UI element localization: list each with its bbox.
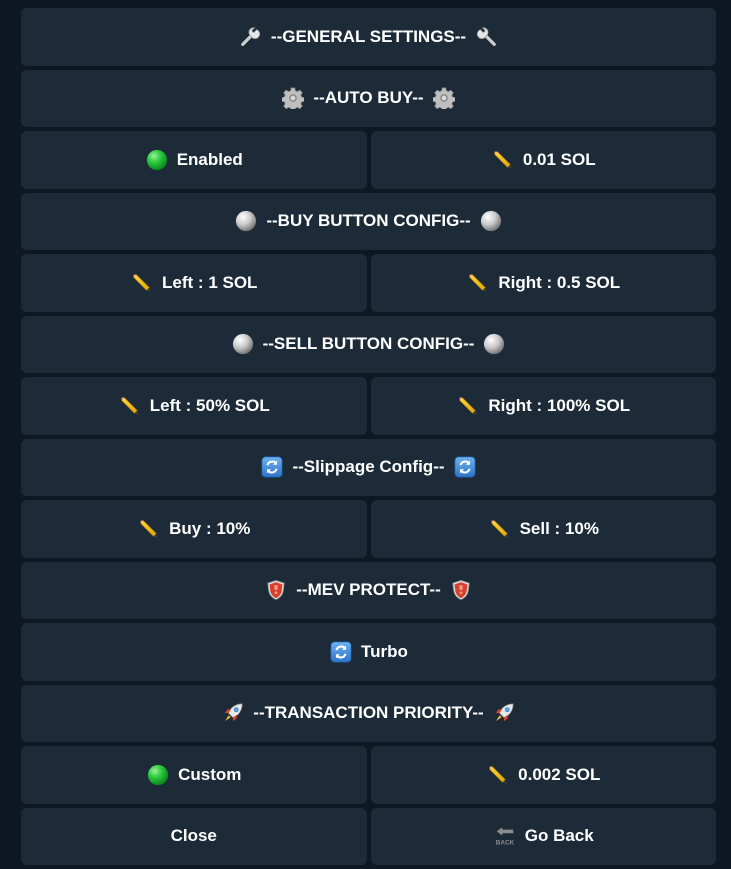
auto-buy-header-button[interactable]: --AUTO BUY-- (21, 69, 716, 127)
green-circle-icon (145, 148, 169, 172)
sell-left-button[interactable]: Left : 50% SOL (21, 377, 367, 435)
general-settings-label: --GENERAL SETTINGS-- (270, 26, 467, 46)
back-arrow-icon: BACK (493, 824, 517, 848)
white-circle-icon (234, 209, 258, 233)
sell-right-label: Right : 100% SOL (488, 395, 631, 415)
back-icon-text: BACK (495, 840, 514, 847)
white-circle-icon (482, 332, 506, 356)
mev-protect-header[interactable]: --MEV PROTECT-- (21, 561, 716, 619)
row-priority-values: Custom 0.002 SOL (21, 746, 716, 804)
priority-mode-label: Custom (178, 764, 242, 784)
auto-buy-amount-button[interactable]: 0.01 SOL (370, 131, 716, 189)
sell-button-config-header[interactable]: --SELL BUTTON CONFIG-- (21, 315, 716, 373)
white-circle-icon (231, 332, 255, 356)
pencil-icon (130, 271, 154, 295)
gear-icon (432, 86, 456, 110)
mev-mode-button[interactable]: Turbo (21, 623, 716, 681)
row-general: --GENERAL SETTINGS-- (21, 8, 716, 66)
green-circle-icon (146, 763, 170, 787)
priority-amount-label: 0.002 SOL (518, 764, 601, 784)
close-label: Close (170, 826, 217, 846)
gear-icon (281, 86, 305, 110)
shield-icon (449, 578, 473, 602)
go-back-label: Go Back (524, 826, 594, 846)
priority-amount-button[interactable]: 0.002 SOL (370, 746, 716, 804)
row-footer: Close BACK Go Back (21, 807, 716, 865)
buy-right-label: Right : 0.5 SOL (498, 272, 621, 292)
slippage-config-header[interactable]: --Slippage Config-- (21, 438, 716, 496)
row-priority-header: --TRANSACTION PRIORITY-- (21, 684, 716, 742)
white-circle-icon (479, 209, 503, 233)
settings-menu: --GENERAL SETTINGS-- --AUTO BUY-- Enable… (21, 8, 716, 869)
transaction-priority-header[interactable]: --TRANSACTION PRIORITY-- (21, 684, 716, 742)
sell-config-label: --SELL BUTTON CONFIG-- (262, 334, 475, 354)
row-buy-config-header: --BUY BUTTON CONFIG-- (21, 192, 716, 250)
sell-right-button[interactable]: Right : 100% SOL (370, 377, 716, 435)
mev-mode-label: Turbo (361, 641, 408, 661)
pencil-icon (488, 517, 512, 541)
pencil-icon (486, 763, 510, 787)
pencil-icon (118, 394, 142, 418)
pencil-icon (466, 271, 490, 295)
rocket-icon (221, 701, 245, 725)
row-mev-header: --MEV PROTECT-- (21, 561, 716, 619)
row-buy-config-values: Left : 1 SOL Right : 0.5 SOL (21, 254, 716, 312)
slippage-sell-label: Sell : 10% (519, 518, 599, 538)
go-back-button[interactable]: BACK Go Back (370, 807, 716, 865)
pencil-icon (491, 148, 515, 172)
pencil-icon (456, 394, 480, 418)
shield-icon (264, 578, 288, 602)
sell-left-label: Left : 50% SOL (149, 395, 270, 415)
buy-left-label: Left : 1 SOL (162, 272, 258, 292)
wrench-icon (239, 25, 263, 49)
row-slippage-values: Buy : 10% Sell : 10% (21, 500, 716, 558)
row-slippage-header: --Slippage Config-- (21, 438, 716, 496)
rocket-icon (492, 701, 516, 725)
auto-buy-toggle-button[interactable]: Enabled (21, 131, 367, 189)
wrench-icon (474, 25, 498, 49)
row-mev-mode: Turbo (21, 623, 716, 681)
refresh-icon (260, 455, 284, 479)
close-button[interactable]: Close (21, 807, 367, 865)
row-autobuy-header: --AUTO BUY-- (21, 69, 716, 127)
general-settings-button[interactable]: --GENERAL SETTINGS-- (21, 8, 716, 66)
buy-button-config-header[interactable]: --BUY BUTTON CONFIG-- (21, 192, 716, 250)
refresh-icon (329, 640, 353, 664)
slippage-sell-button[interactable]: Sell : 10% (370, 500, 716, 558)
slippage-buy-button[interactable]: Buy : 10% (21, 500, 367, 558)
transaction-priority-label: --TRANSACTION PRIORITY-- (253, 703, 484, 723)
mev-protect-label: --MEV PROTECT-- (296, 580, 441, 600)
row-sell-config-values: Left : 50% SOL Right : 100% SOL (21, 377, 716, 435)
auto-buy-label: --AUTO BUY-- (313, 88, 424, 108)
row-autobuy-values: Enabled 0.01 SOL (21, 131, 716, 189)
auto-buy-amount: 0.01 SOL (522, 149, 596, 169)
priority-mode-button[interactable]: Custom (21, 746, 367, 804)
slippage-label: --Slippage Config-- (292, 457, 445, 477)
slippage-buy-label: Buy : 10% (169, 518, 251, 538)
buy-config-label: --BUY BUTTON CONFIG-- (266, 211, 471, 231)
buy-right-button[interactable]: Right : 0.5 SOL (370, 254, 716, 312)
auto-buy-status: Enabled (176, 149, 243, 169)
buy-left-button[interactable]: Left : 1 SOL (21, 254, 367, 312)
row-sell-config-header: --SELL BUTTON CONFIG-- (21, 315, 716, 373)
refresh-icon (453, 455, 477, 479)
pencil-icon (137, 517, 161, 541)
